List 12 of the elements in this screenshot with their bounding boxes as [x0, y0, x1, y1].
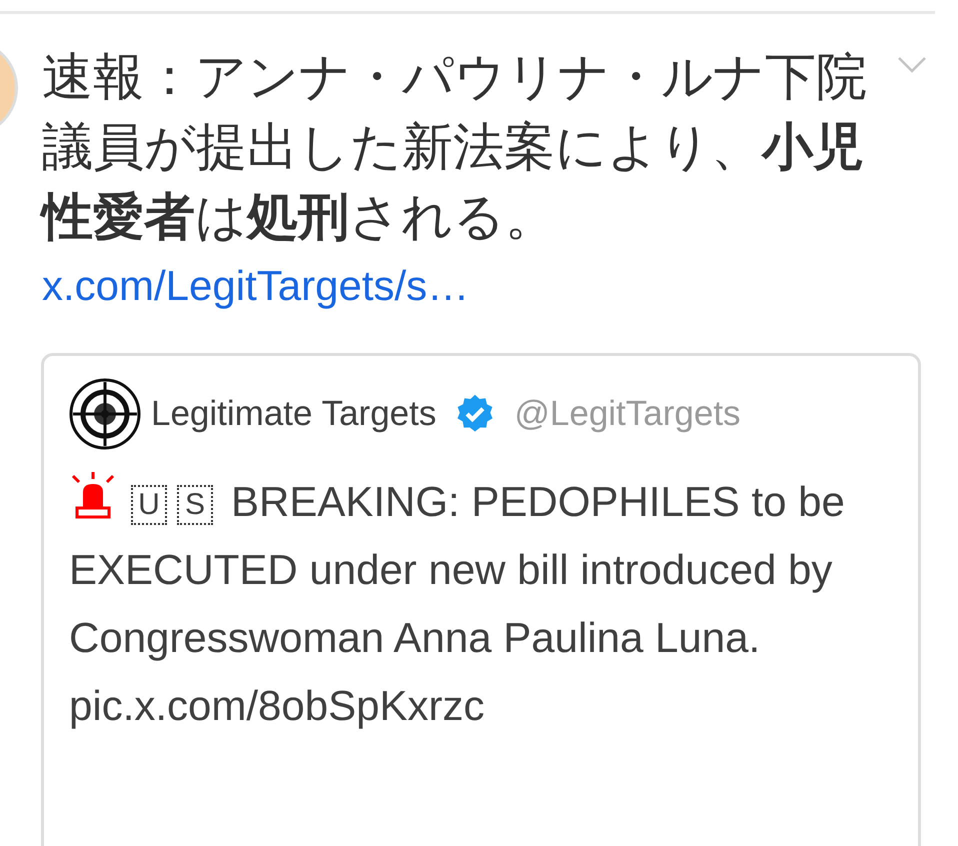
chevron-down-icon[interactable] — [897, 56, 927, 74]
flag-letter: S — [177, 485, 213, 525]
author-handle: @LegitTargets — [514, 392, 741, 435]
crosshair-avatar-icon — [69, 378, 141, 450]
post-link[interactable]: x.com/LegitTargets/s… — [42, 256, 470, 316]
quote-link[interactable]: pic.x.com/8obSpKxrzc — [69, 672, 893, 740]
siren-icon — [69, 472, 117, 520]
flag-letter: U — [131, 485, 167, 525]
author-name[interactable]: Legitimate Targets — [151, 388, 436, 440]
quote-card[interactable]: Legitimate Targets @LegitTargets U S BREAKING: PEDOPHILES to be EXECUTED under new bill introduced by Congresswoman Anna Paulina Luna. pic.x.com/8obSpKxrzc — [41, 353, 921, 846]
post-text: 速報：アンナ・パウリナ・ルナ下院議員が提出した新法案により、小児性愛者は処刑される。 — [42, 42, 882, 252]
quote-text: U S BREAKING: PEDOPHILES to be EXECUTED under new bill introduced by Congresswoman Anna Paulina Luna. — [69, 468, 893, 672]
